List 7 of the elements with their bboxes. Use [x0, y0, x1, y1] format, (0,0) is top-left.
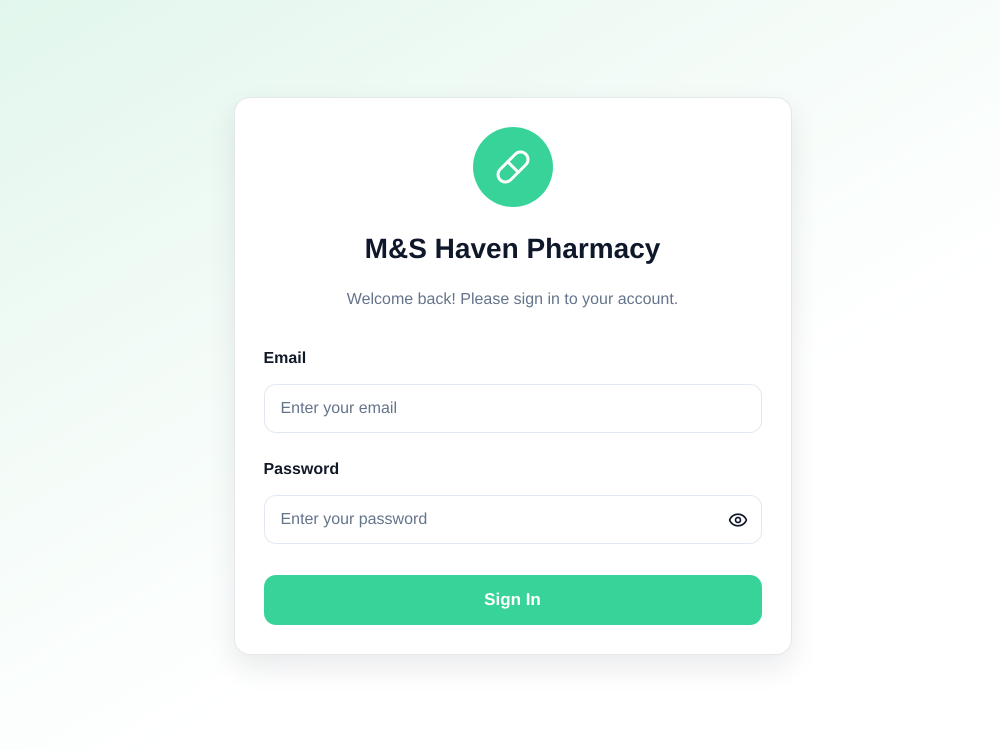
field-label: Password	[264, 460, 340, 480]
field-label: Email	[264, 349, 306, 369]
email-field[interactable]: Enter your email	[264, 384, 762, 433]
password-field[interactable]: Enter your password	[264, 495, 762, 544]
app-title: M&S Haven Pharmacy	[364, 232, 662, 266]
sign-in-button[interactable]: Sign In	[264, 575, 762, 625]
welcome-text: Welcome back! Please sign in to your account.	[346, 290, 680, 310]
